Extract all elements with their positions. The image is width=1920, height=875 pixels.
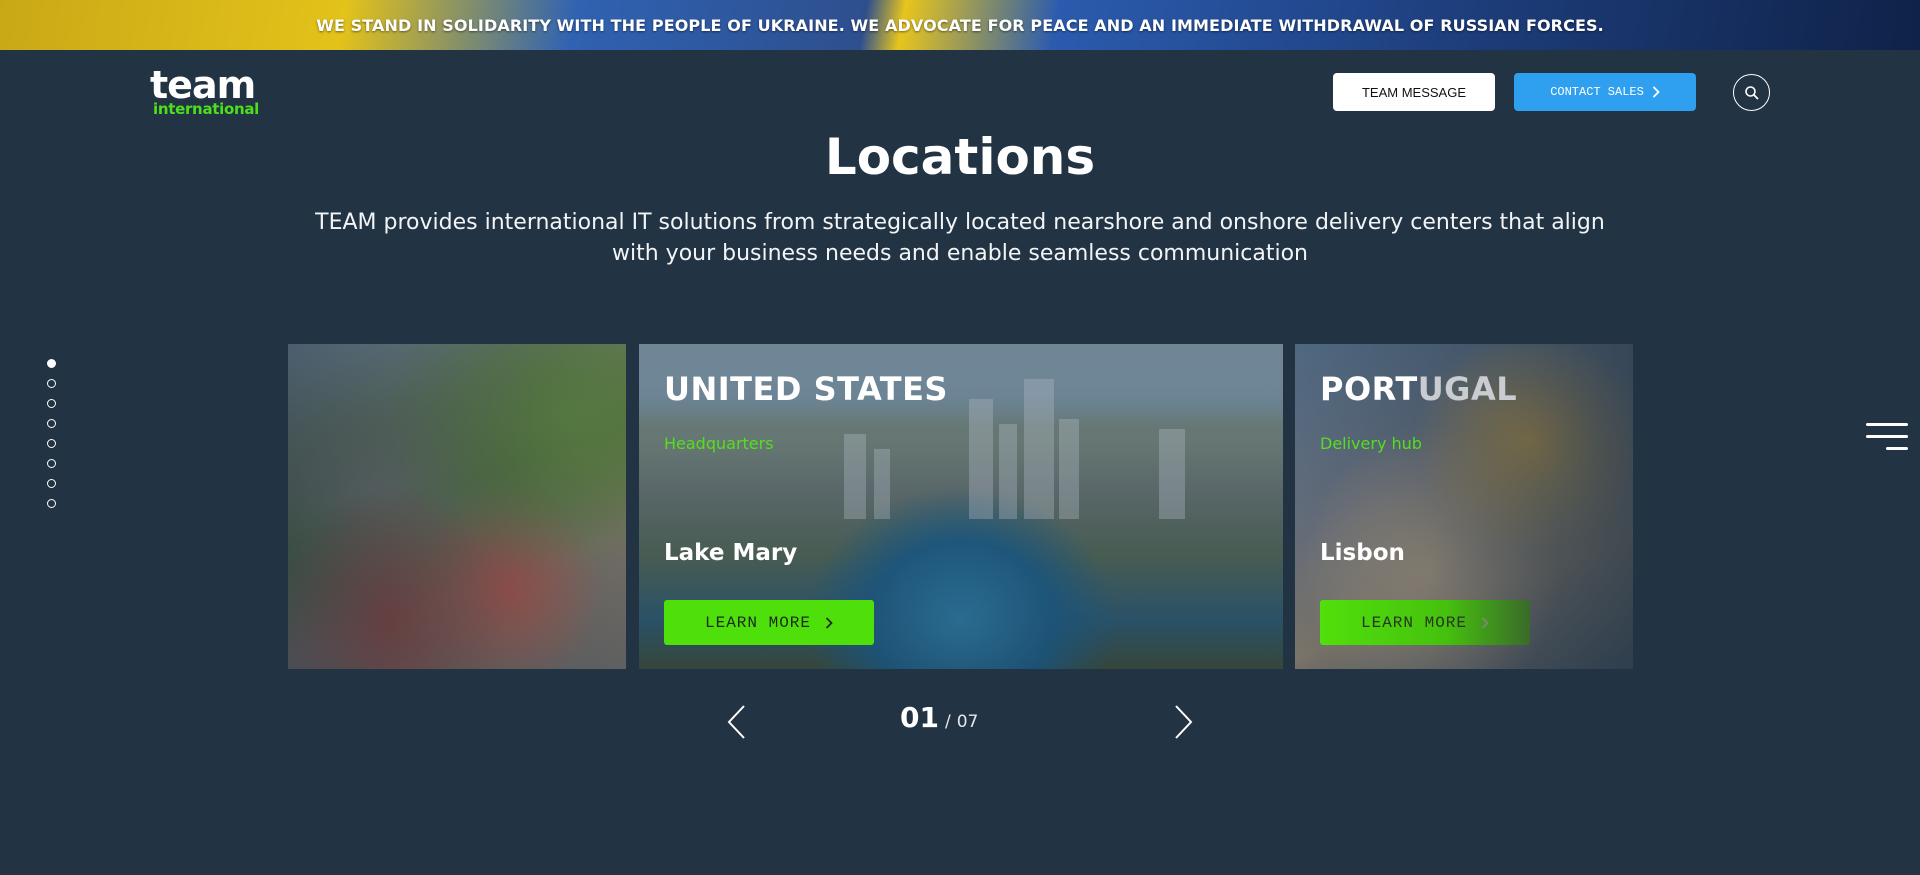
page-title: Locations — [824, 128, 1096, 186]
section-pagination-dots — [47, 359, 57, 519]
team-message-button[interactable]: TEAM MESSAGE — [1333, 73, 1495, 111]
learn-more-label: LEARN MORE — [704, 613, 811, 632]
card-city: Lisbon — [1320, 540, 1405, 566]
page-subtitle: TEAM provides international IT solutions… — [315, 210, 1605, 266]
section-dot[interactable] — [47, 399, 56, 408]
learn-more-label: LEARN MORE — [1360, 613, 1467, 632]
menu-icon[interactable] — [1866, 423, 1908, 451]
chevron-right-icon — [1652, 86, 1660, 98]
card-city: Lake Mary — [664, 540, 798, 566]
chevron-right-icon — [1481, 616, 1489, 629]
card-tag: Headquarters — [664, 434, 774, 453]
contact-sales-label: CONTACT SALES — [1550, 85, 1644, 99]
carousel-next-button[interactable] — [1172, 703, 1196, 741]
banner-text: WE STAND IN SOLIDARITY WITH THE PEOPLE O… — [316, 15, 1604, 35]
section-dot[interactable] — [47, 359, 56, 368]
counter-separator: / — [944, 712, 951, 732]
chevron-right-icon — [825, 616, 833, 629]
section-dot[interactable] — [47, 499, 56, 508]
search-button[interactable] — [1733, 74, 1770, 111]
learn-more-button[interactable]: LEARN MORE — [664, 600, 874, 645]
card-country: UNITED STATES — [664, 370, 948, 408]
section-dot[interactable] — [47, 419, 56, 428]
location-card-united-states[interactable]: UNITED STATES Headquarters Lake Mary LEA… — [639, 344, 1283, 669]
logo-word-international: international — [153, 100, 260, 118]
card-country: PORTUGAL — [1320, 370, 1517, 408]
location-card-previous[interactable] — [288, 344, 626, 669]
section-dot[interactable] — [47, 479, 56, 488]
team-international-logo[interactable]: team international — [150, 63, 265, 118]
counter-current: 01 — [900, 701, 939, 734]
logo-word-team: team — [150, 63, 256, 107]
carousel-counter: 01 / 07 — [900, 701, 1020, 734]
card-tag: Delivery hub — [1320, 434, 1422, 453]
location-card-portugal[interactable]: PORTUGAL Delivery hub Lisbon LEARN MORE — [1295, 344, 1633, 669]
chevron-right-icon — [1175, 705, 1193, 739]
section-dot[interactable] — [47, 459, 56, 468]
learn-more-button[interactable]: LEARN MORE — [1320, 600, 1530, 645]
section-dot[interactable] — [47, 439, 56, 448]
team-message-label: TEAM MESSAGE — [1361, 84, 1467, 100]
carousel-prev-button[interactable] — [724, 703, 748, 741]
card-country-part: PORT — [1320, 370, 1418, 408]
counter-total: 07 — [956, 712, 979, 732]
card-country-part: UGAL — [1417, 370, 1518, 408]
search-icon — [1744, 85, 1759, 100]
ukraine-solidarity-banner: WE STAND IN SOLIDARITY WITH THE PEOPLE O… — [0, 0, 1920, 50]
section-dot[interactable] — [47, 379, 56, 388]
chevron-left-icon — [727, 705, 745, 739]
contact-sales-button[interactable]: CONTACT SALES — [1514, 73, 1696, 111]
